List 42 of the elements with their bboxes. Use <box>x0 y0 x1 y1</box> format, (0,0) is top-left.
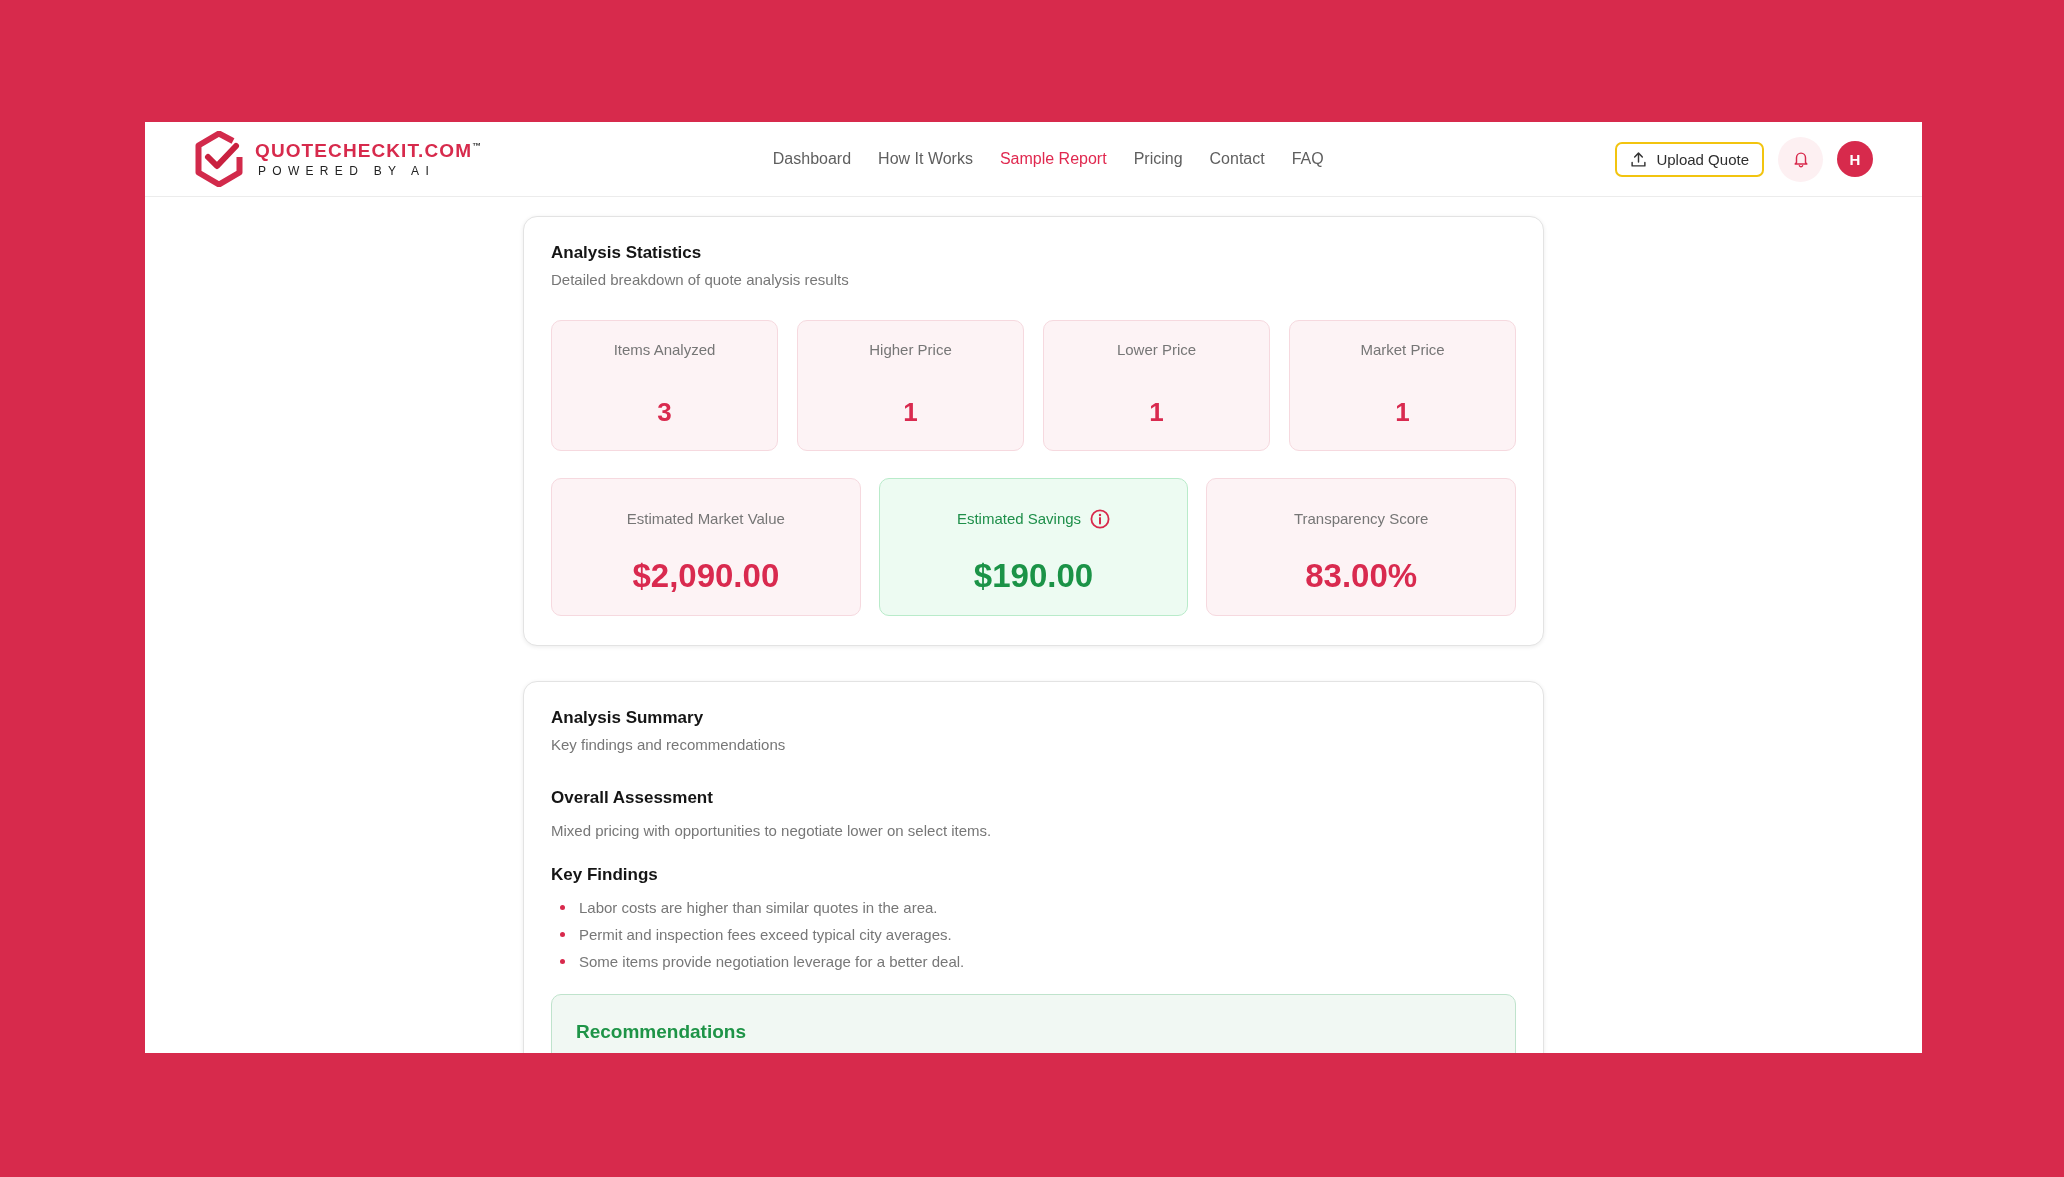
stat-label: Items Analyzed <box>613 341 716 359</box>
nav-link[interactable]: Sample Report <box>999 149 1107 169</box>
stat-value: 3 <box>657 396 672 428</box>
finding-text: Permit and inspection fees exceed typical city averages. <box>579 924 952 945</box>
bullet-icon <box>560 932 565 937</box>
hexagon-check-logo-icon[interactable] <box>195 131 243 187</box>
section-heading: Key Findings <box>551 864 659 886</box>
bullet-icon <box>560 905 565 910</box>
user-avatar[interactable]: H <box>1837 141 1873 177</box>
stat-value: 1 <box>1395 396 1410 428</box>
upload-icon <box>1630 150 1648 168</box>
nav-link[interactable]: Dashboard <box>772 149 852 169</box>
finding-text: Labor costs are higher than similar quotes in the area. <box>579 897 938 918</box>
card-title: Analysis Statistics <box>551 243 703 263</box>
stat-label: Estimated Market Value <box>626 510 785 528</box>
card-subtitle: Key findings and recommendations <box>551 735 787 755</box>
assessment-text: Mixed pricing with opportunities to negotiate lower on select items. <box>551 821 993 841</box>
nav-link[interactable]: FAQ <box>1291 149 1324 169</box>
nav-link[interactable]: How It Works <box>878 149 973 169</box>
recommendations-title: Recommendations <box>576 1020 747 1044</box>
bullet-icon <box>560 959 565 964</box>
section-heading: Overall Assessment <box>551 787 714 809</box>
stat-label: Lower Price <box>1116 341 1197 359</box>
info-icon[interactable] <box>1090 509 1111 529</box>
finding-text: Some items provide negotiation leverage for a better deal. <box>579 951 965 972</box>
stat-value: $2,090.00 <box>632 556 780 596</box>
stat-value: 1 <box>903 396 918 428</box>
stat-label: Estimated Savings <box>956 510 1082 528</box>
stat-label: Market Price <box>1360 341 1445 359</box>
stat-value: 83.00% <box>1305 556 1418 596</box>
stat-value: $190.00 <box>973 556 1094 596</box>
card-title: Analysis Summary <box>551 708 705 728</box>
card-subtitle: Detailed breakdown of quote analysis results <box>551 270 850 290</box>
nav-link[interactable]: Pricing <box>1133 149 1183 169</box>
nav-link[interactable]: Contact <box>1209 149 1265 169</box>
stat-label: Higher Price <box>869 341 952 359</box>
notifications-button[interactable] <box>1778 136 1823 182</box>
brand-tagline: POWERED BY AI <box>257 163 437 178</box>
stat-value: 1 <box>1149 396 1164 428</box>
upload-quote-button[interactable]: Upload Quote <box>1615 141 1764 177</box>
stat-label: Transparency Score <box>1293 510 1429 528</box>
brand-name: QUOTECHECKIT.COM$^{™}$ <box>255 140 482 161</box>
